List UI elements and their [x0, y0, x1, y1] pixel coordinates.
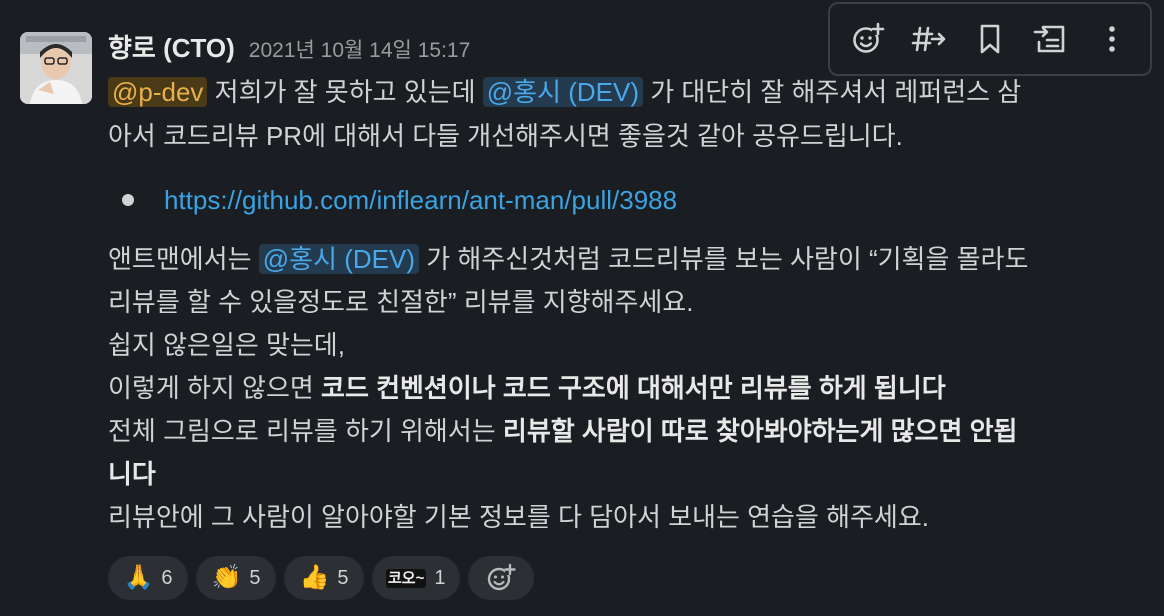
more-actions-button[interactable]: [1086, 13, 1138, 65]
message-line: 아서 코드리뷰 PR에 대해서 다들 개선해주시면 좋을것 같아 공유드립니다.: [108, 121, 903, 151]
folded-hands-icon: 🙏: [123, 564, 154, 591]
reaction-clapping-hands[interactable]: 👏 5: [196, 556, 276, 600]
user-mention[interactable]: @홍시 (DEV): [258, 244, 419, 274]
message-line: 앤트맨에서는 @홍시 (DEV) 가 해주신것처럼 코드리뷰를 보는 사람이 “…: [108, 238, 1028, 281]
timestamp[interactable]: 2021년 10월 14일 15:17: [249, 34, 470, 64]
bold-text: 니다: [108, 459, 156, 489]
message-line: 이렇게 하지 않으면 코드 컨벤션이나 코드 구조에 대해서만 리뷰를 하게 됩…: [108, 367, 1028, 410]
message-paragraph: 앤트맨에서는 @홍시 (DEV) 가 해주신것처럼 코드리뷰를 보는 사람이 “…: [108, 238, 1028, 539]
bullet-icon: [122, 194, 134, 206]
reaction-folded-hands[interactable]: 🙏 6: [108, 556, 188, 600]
reaction-custom[interactable]: 코오~ 1: [372, 556, 460, 600]
group-mention[interactable]: @p-dev: [108, 77, 208, 107]
avatar[interactable]: [20, 32, 92, 104]
link-list-item: https://github.com/inflearn/ant-man/pull…: [122, 180, 677, 220]
reactions-bar: 🙏 6 👏 5 👍 5 코오~ 1: [108, 556, 534, 600]
reaction-count: 5: [337, 566, 349, 589]
message-text: 가 해주신것처럼 코드리뷰를 보는 사람이 “기획을 몰라도: [418, 244, 1029, 274]
share-to-channel-icon: [911, 26, 946, 52]
message-text: 가 대단히 잘 해주셔서 레퍼런스 삼: [643, 77, 1022, 107]
add-reaction-icon: [487, 563, 516, 591]
reaction-count: 1: [434, 566, 446, 589]
clapping-hands-icon: 👏: [211, 564, 242, 591]
thumbs-up-icon: 👍: [299, 564, 330, 591]
avatar-image: [20, 32, 92, 104]
custom-emoji-icon: 코오~: [386, 568, 427, 588]
message-text: 앤트맨에서는: [108, 244, 259, 274]
pull-request-link[interactable]: https://github.com/inflearn/ant-man/pull…: [164, 180, 677, 220]
more-actions-icon: [1108, 26, 1115, 52]
reaction-count: 6: [161, 566, 173, 589]
save-bookmark-button[interactable]: [964, 13, 1016, 65]
add-reaction-icon: [853, 22, 885, 53]
forward-message-button[interactable]: [1025, 13, 1077, 65]
author-name[interactable]: 향로 (CTO): [108, 28, 235, 65]
bookmark-icon: [980, 24, 1000, 54]
reaction-thumbs-up[interactable]: 👍 5: [284, 556, 364, 600]
forward-icon: [1033, 25, 1065, 53]
share-to-channel-button[interactable]: [903, 13, 955, 65]
message-line: 쉽지 않은일은 맞는데,: [108, 330, 345, 360]
message-line: 전체 그림으로 리뷰를 하기 위해서는 리뷰할 사람이 따로 찾아봐야하는게 많…: [108, 410, 1028, 453]
bold-text: 리뷰할 사람이 따로 찾아봐야하는게 많으면 안됩: [502, 416, 1018, 446]
message-body: @p-dev 저희가 잘 못하고 있는데 @홍시 (DEV) 가 대단히 잘 해…: [108, 70, 1158, 158]
message-header: 향로 (CTO) 2021년 10월 14일 15:17: [108, 28, 470, 68]
message-line: 리뷰를 할 수 있을정도로 친절한” 리뷰를 지향해주세요.: [108, 287, 694, 317]
message-line: @p-dev 저희가 잘 못하고 있는데 @홍시 (DEV) 가 대단히 잘 해…: [108, 70, 1158, 114]
add-reaction-button[interactable]: [467, 556, 534, 600]
user-mention[interactable]: @홍시 (DEV): [482, 77, 643, 107]
bold-text: 코드 컨벤션이나 코드 구조에 대해서만 리뷰를 하게 됩니다: [321, 373, 946, 403]
message-actions-toolbar: [828, 2, 1152, 76]
message-text: 이렇게 하지 않으면: [108, 373, 322, 403]
message-line: 리뷰안에 그 사람이 알아야할 기본 정보를 다 담아서 보내는 연습을 해주세…: [108, 502, 929, 532]
message-text: 전체 그림으로 리뷰를 하기 위해서는: [108, 416, 503, 446]
reaction-count: 5: [249, 566, 261, 589]
message-text: 저희가 잘 못하고 있는데: [207, 77, 483, 107]
add-reaction-button[interactable]: [842, 13, 894, 65]
message: 향로 (CTO) 2021년 10월 14일 15:17 @p-dev 저희가 …: [0, 0, 1164, 616]
